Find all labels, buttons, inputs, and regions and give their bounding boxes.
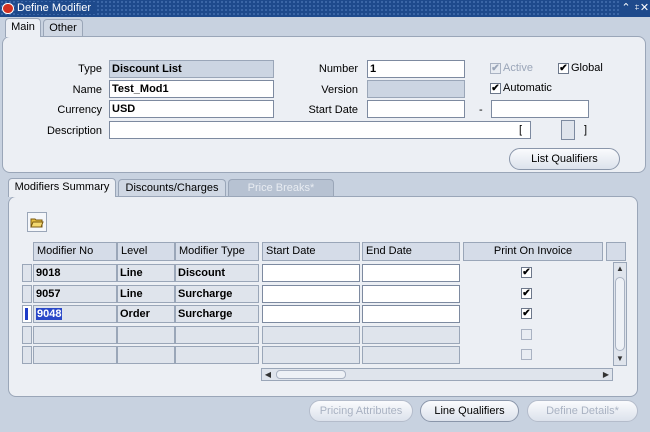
cell-modifier-no[interactable] bbox=[33, 346, 117, 364]
flex-bracket-open: [ bbox=[519, 124, 523, 136]
cell-level[interactable] bbox=[117, 346, 175, 364]
active-checkbox: ✔ bbox=[490, 63, 501, 74]
cell-end-date[interactable] bbox=[362, 346, 460, 364]
print-on-invoice-checkbox bbox=[521, 349, 532, 360]
cell-modifier-no-selected[interactable]: 9048 bbox=[33, 305, 117, 323]
currency-label: Currency bbox=[57, 104, 102, 116]
cell-start-date[interactable] bbox=[262, 285, 360, 303]
cell-start-date[interactable] bbox=[262, 346, 360, 364]
descriptive-flexfield-button[interactable] bbox=[561, 120, 575, 140]
horizontal-scrollbar[interactable]: ◀ ▶ bbox=[261, 368, 613, 381]
print-on-invoice-checkbox[interactable]: ✔ bbox=[521, 267, 532, 278]
global-label: Global bbox=[571, 62, 603, 74]
row-selector[interactable] bbox=[22, 285, 32, 303]
row-selector-current[interactable] bbox=[22, 305, 32, 323]
name-field[interactable]: Test_Mod1 bbox=[109, 80, 274, 98]
minimize-icon[interactable]: ⌃ bbox=[620, 1, 632, 15]
start-date-label: Start Date bbox=[308, 104, 358, 116]
selected-text: 9048 bbox=[36, 308, 63, 320]
cell-modifier-no[interactable]: 9057 bbox=[33, 285, 117, 303]
cell-modifier-no[interactable] bbox=[33, 326, 117, 344]
col-header-start-date[interactable]: Start Date bbox=[262, 242, 360, 261]
col-header-print-on-invoice[interactable]: Print On Invoice bbox=[463, 242, 603, 261]
tab-price-breaks: Price Breaks* bbox=[228, 179, 334, 196]
cell-modifier-type[interactable] bbox=[175, 326, 259, 344]
col-header-modifier-no[interactable]: Modifier No bbox=[33, 242, 117, 261]
number-label: Number bbox=[318, 63, 358, 75]
cell-end-date[interactable] bbox=[362, 305, 460, 323]
currency-field[interactable]: USD bbox=[109, 100, 274, 118]
scroll-left-icon[interactable]: ◀ bbox=[262, 369, 274, 380]
start-date-field[interactable] bbox=[367, 100, 465, 118]
cell-level[interactable] bbox=[117, 326, 175, 344]
cell-start-date[interactable] bbox=[262, 264, 360, 282]
number-field[interactable]: 1 bbox=[367, 60, 465, 78]
col-header-level[interactable]: Level bbox=[117, 242, 175, 261]
list-qualifiers-button[interactable]: List Qualifiers bbox=[509, 148, 620, 170]
cell-modifier-type[interactable]: Surcharge bbox=[175, 305, 259, 323]
scroll-right-icon[interactable]: ▶ bbox=[600, 369, 612, 380]
cell-modifier-no[interactable]: 9018 bbox=[33, 264, 117, 282]
cell-start-date[interactable] bbox=[262, 326, 360, 344]
cell-modifier-type[interactable]: Discount bbox=[175, 264, 259, 282]
end-date-field[interactable] bbox=[491, 100, 589, 118]
tab-other[interactable]: Other bbox=[43, 19, 83, 36]
col-header-spacer bbox=[606, 242, 626, 261]
row-selector[interactable] bbox=[22, 326, 32, 344]
col-header-end-date[interactable]: End Date bbox=[362, 242, 460, 261]
window-title-bar[interactable]: Define Modifier ⌃ ⌗ ✕ bbox=[0, 0, 650, 17]
row-selector[interactable] bbox=[22, 264, 32, 282]
automatic-label: Automatic bbox=[503, 82, 552, 94]
version-field bbox=[367, 80, 465, 98]
print-on-invoice-checkbox[interactable]: ✔ bbox=[521, 288, 532, 299]
row-selector[interactable] bbox=[22, 346, 32, 364]
cell-level[interactable]: Line bbox=[117, 285, 175, 303]
global-checkbox[interactable]: ✔ bbox=[558, 63, 569, 74]
active-label: Active bbox=[503, 62, 533, 74]
cell-start-date[interactable] bbox=[262, 305, 360, 323]
print-on-invoice-checkbox[interactable]: ✔ bbox=[521, 308, 532, 319]
vertical-scrollbar[interactable]: ▲ ▼ bbox=[613, 262, 627, 366]
oracle-app-icon bbox=[2, 3, 14, 14]
line-qualifiers-button[interactable]: Line Qualifiers bbox=[420, 400, 519, 422]
close-icon[interactable]: ✕ bbox=[639, 1, 650, 15]
print-on-invoice-checkbox bbox=[521, 329, 532, 340]
window-title: Define Modifier bbox=[17, 2, 95, 14]
scroll-up-icon[interactable]: ▲ bbox=[614, 263, 626, 275]
version-label: Version bbox=[321, 84, 358, 96]
cell-modifier-type[interactable] bbox=[175, 346, 259, 364]
cell-end-date[interactable] bbox=[362, 264, 460, 282]
col-header-modifier-type[interactable]: Modifier Type bbox=[175, 242, 259, 261]
type-field: Discount List bbox=[109, 60, 274, 78]
tab-main[interactable]: Main bbox=[5, 18, 41, 37]
vertical-scroll-thumb[interactable] bbox=[615, 277, 625, 351]
name-label: Name bbox=[72, 84, 102, 96]
flex-bracket-close: ] bbox=[584, 124, 588, 136]
scroll-down-icon[interactable]: ▼ bbox=[614, 353, 626, 365]
description-field[interactable] bbox=[109, 121, 531, 139]
pricing-attributes-button: Pricing Attributes bbox=[309, 400, 413, 422]
automatic-checkbox[interactable]: ✔ bbox=[490, 83, 501, 94]
define-details-button: Define Details* bbox=[527, 400, 638, 422]
cell-end-date[interactable] bbox=[362, 285, 460, 303]
description-label: Description bbox=[46, 125, 102, 137]
folder-open-icon[interactable] bbox=[27, 212, 47, 232]
cell-level[interactable]: Order bbox=[117, 305, 175, 323]
type-label: Type bbox=[78, 63, 102, 75]
cell-modifier-type[interactable]: Surcharge bbox=[175, 285, 259, 303]
cell-end-date[interactable] bbox=[362, 326, 460, 344]
horizontal-scroll-thumb[interactable] bbox=[276, 370, 346, 379]
cell-level[interactable]: Line bbox=[117, 264, 175, 282]
tab-modifiers-summary[interactable]: Modifiers Summary bbox=[8, 178, 116, 197]
date-range-separator: - bbox=[479, 104, 483, 116]
tab-discounts-charges[interactable]: Discounts/Charges bbox=[118, 179, 226, 196]
